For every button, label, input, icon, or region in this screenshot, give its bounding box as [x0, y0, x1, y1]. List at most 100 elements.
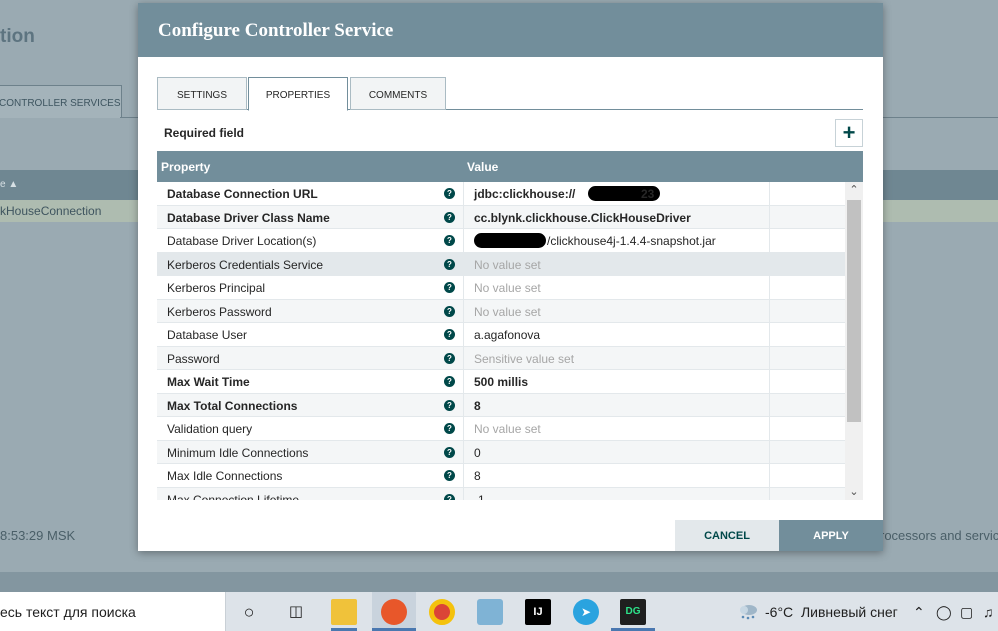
column-divider: [463, 205, 464, 228]
property-value[interactable]: No value set: [474, 281, 541, 295]
column-divider: [769, 417, 770, 440]
help-icon[interactable]: ?: [444, 493, 455, 500]
help-icon[interactable]: ?: [444, 235, 455, 246]
properties-table: Property Value Database Connection URL? j…: [157, 151, 863, 500]
column-divider: [769, 370, 770, 393]
bg-header-label: e ▲: [0, 179, 19, 190]
table-row[interactable]: Database User? a.agafonova: [157, 323, 845, 347]
table-row[interactable]: Max Connection Lifetime? -1: [157, 487, 845, 501]
column-divider: [463, 393, 464, 416]
column-divider: [463, 464, 464, 487]
help-icon[interactable]: ?: [444, 211, 455, 223]
bg-tab-controller-services[interactable]: CONTROLLER SERVICES: [0, 85, 122, 118]
property-value[interactable]: a.agafonova: [474, 328, 540, 342]
property-value[interactable]: 0: [474, 446, 481, 460]
help-icon[interactable]: ?: [444, 423, 455, 434]
column-divider: [463, 487, 464, 500]
firefox-icon[interactable]: [381, 599, 407, 625]
file-explorer-icon[interactable]: [331, 599, 357, 625]
help-icon[interactable]: ?: [444, 470, 455, 481]
tab-settings[interactable]: SETTINGS: [157, 77, 247, 110]
table-row[interactable]: Kerberos Credentials Service? No value se…: [157, 252, 845, 276]
property-name: Database Driver Location(s): [167, 234, 317, 248]
property-name: Password: [167, 351, 220, 366]
column-divider: [463, 252, 464, 275]
help-icon[interactable]: ?: [444, 446, 455, 458]
weather-description: Ливневый снег: [800, 604, 898, 620]
table-row[interactable]: Password? Sensitive value set: [157, 346, 845, 370]
taskbar-search-box[interactable]: есь текст для поиска: [0, 592, 226, 631]
table-row[interactable]: Max Total Connections? 8: [157, 393, 845, 417]
help-icon[interactable]: ?: [444, 258, 455, 270]
table-row[interactable]: Max Wait Time? 500 millis: [157, 370, 845, 394]
column-divider: [769, 299, 770, 322]
property-value[interactable]: 500 millis: [474, 375, 528, 389]
property-name: Database User: [167, 328, 248, 342]
table-row[interactable]: Kerberos Password? No value set: [157, 299, 845, 323]
weather-widget[interactable]: -6°C Ливневый снег: [737, 602, 898, 620]
cortana-icon[interactable]: ○: [236, 599, 262, 625]
tab-comments[interactable]: COMMENTS: [350, 77, 446, 110]
telegram-icon[interactable]: ➤: [573, 599, 599, 625]
table-body: Database Connection URL? jdbc:clickhouse:…: [157, 182, 863, 500]
table-row[interactable]: Database Connection URL? jdbc:clickhouse:…: [157, 182, 845, 206]
table-row[interactable]: Minimum Idle Connections? 0: [157, 440, 845, 464]
bg-right-text: rocessors and servic: [880, 528, 998, 543]
scroll-up-arrow-icon[interactable]: ⌃: [845, 182, 863, 198]
table-header: Property Value: [157, 151, 863, 182]
property-value-tail: 23: [641, 187, 655, 201]
help-icon[interactable]: ?: [444, 188, 455, 199]
column-header-value: Value: [467, 160, 499, 174]
property-value[interactable]: No value set: [474, 258, 541, 272]
snow-cloud-icon: [737, 602, 759, 620]
scroll-down-arrow-icon[interactable]: ⌄: [845, 484, 863, 500]
chrome-icon[interactable]: [429, 599, 455, 625]
tray-person-icon[interactable]: ◯: [936, 604, 952, 621]
help-icon[interactable]: ?: [444, 376, 455, 387]
plus-icon: +: [842, 120, 856, 145]
tray-chevron-up-icon[interactable]: ⌃: [913, 604, 925, 621]
help-icon[interactable]: ?: [444, 399, 455, 411]
scrollbar-thumb[interactable]: [847, 200, 861, 422]
table-scrollbar[interactable]: ⌃ ⌄: [845, 182, 863, 500]
property-name: Kerberos Credentials Service: [167, 257, 324, 272]
table-row[interactable]: Database Driver Location(s)? /clickhouse4…: [157, 229, 845, 253]
dialog-title: Configure Controller Service: [158, 20, 394, 41]
column-divider: [463, 229, 464, 252]
property-value[interactable]: 8: [474, 399, 481, 413]
property-name: Database Driver Class Name: [167, 210, 330, 225]
task-view-icon[interactable]: ◫: [283, 599, 309, 625]
apply-button[interactable]: APPLY: [779, 520, 883, 551]
help-icon[interactable]: ?: [444, 282, 455, 293]
help-icon[interactable]: ?: [444, 305, 455, 317]
property-value[interactable]: -1: [474, 493, 485, 501]
table-row[interactable]: Max Idle Connections? 8: [157, 464, 845, 488]
search-placeholder: есь текст для поиска: [0, 604, 136, 620]
property-value[interactable]: No value set: [474, 422, 541, 436]
tray-network-icon[interactable]: ▢: [960, 604, 973, 621]
tray-volume-icon[interactable]: ♫: [983, 604, 994, 620]
property-name: Max Connection Lifetime: [167, 492, 300, 501]
column-divider: [463, 323, 464, 346]
table-row[interactable]: Database Driver Class Name? cc.blynk.clic…: [157, 205, 845, 229]
column-divider: [463, 346, 464, 369]
property-value[interactable]: Sensitive value set: [474, 352, 574, 366]
property-value[interactable]: 8: [474, 469, 481, 483]
property-value[interactable]: No value set: [474, 305, 541, 319]
add-property-button[interactable]: +: [835, 119, 863, 147]
datagrip-icon[interactable]: DG: [620, 599, 646, 625]
help-icon[interactable]: ?: [444, 329, 455, 340]
property-value[interactable]: jdbc:clickhouse://: [474, 187, 575, 201]
weather-temperature: -6°C: [765, 604, 794, 620]
column-divider: [769, 464, 770, 487]
notepad-icon[interactable]: [477, 599, 503, 625]
cancel-button[interactable]: CANCEL: [675, 520, 779, 551]
property-value[interactable]: cc.blynk.clickhouse.ClickHouseDriver: [474, 211, 691, 225]
table-row[interactable]: Validation query? No value set: [157, 417, 845, 441]
configure-controller-service-dialog: Configure Controller Service SETTINGS PR…: [138, 3, 883, 551]
property-value[interactable]: /clickhouse4j-1.4.4-snapshot.jar: [547, 234, 716, 248]
intellij-idea-icon[interactable]: IJ: [525, 599, 551, 625]
table-row[interactable]: Kerberos Principal? No value set: [157, 276, 845, 300]
tab-properties[interactable]: PROPERTIES: [248, 77, 348, 111]
help-icon[interactable]: ?: [444, 352, 455, 364]
